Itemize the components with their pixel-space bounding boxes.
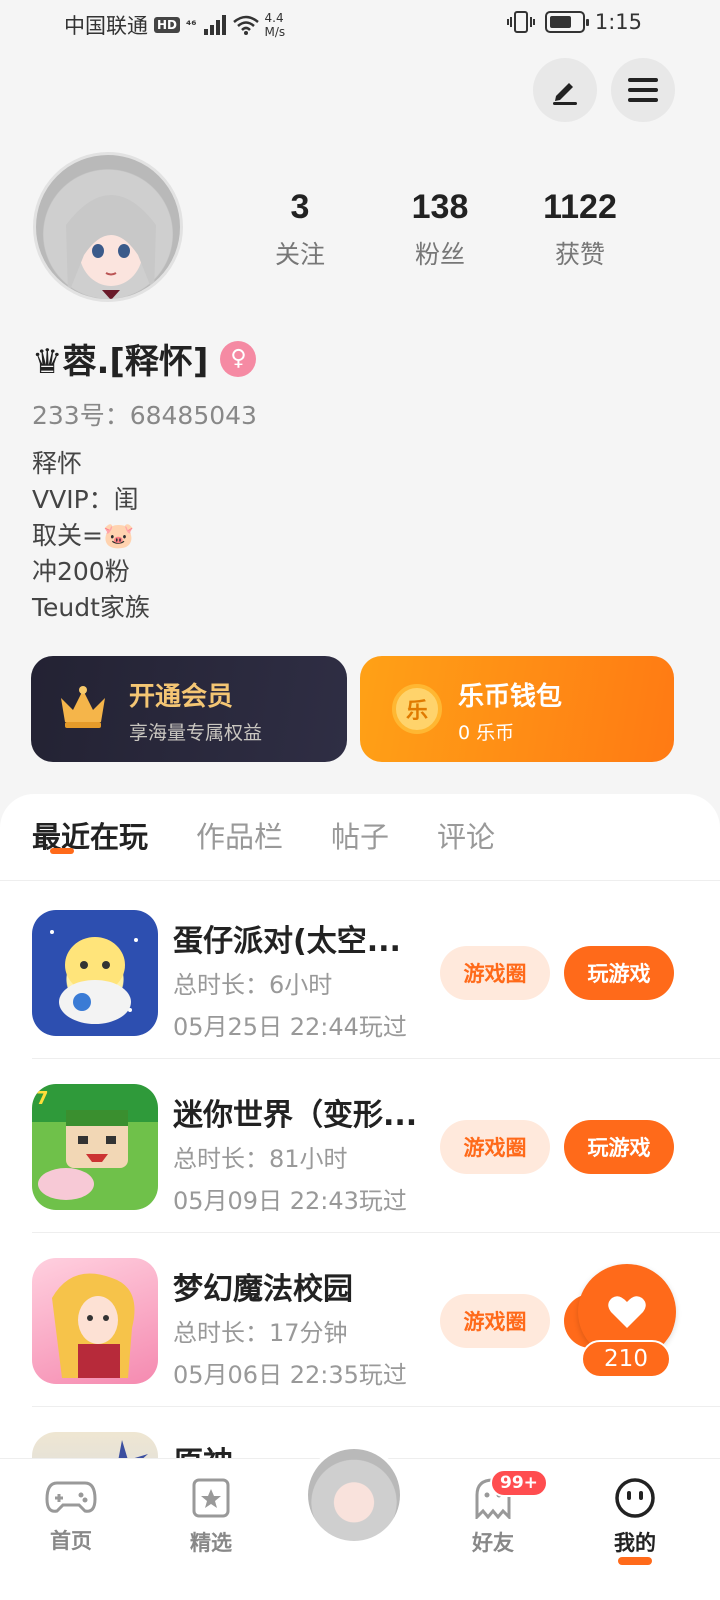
divider — [32, 1232, 720, 1233]
divider — [32, 1406, 720, 1407]
speed-unit: M/s — [264, 25, 286, 39]
vip-subtitle: 享海量专属权益 — [129, 722, 263, 744]
vip-card[interactable]: 开通会员 享海量专属权益 — [31, 656, 347, 762]
game-last-played: 05月06日 22:35玩过 — [173, 1361, 407, 1389]
active-indicator — [618, 1557, 652, 1565]
nickname-row: ♛蓉.[释怀] ♀ — [32, 334, 257, 383]
tab-bar: 最近在玩 作品栏 帖子 评论 — [32, 814, 543, 856]
bottom-nav: 首页 精选 99+ 好友 我的 — [0, 1445, 720, 1600]
stat-label: 关注 — [274, 240, 325, 269]
battery-icon — [544, 11, 589, 33]
female-icon: ♀ — [220, 340, 257, 377]
game-last-played: 05月25日 22:44玩过 — [173, 1013, 407, 1041]
stat-label: 粉丝 — [414, 240, 465, 269]
game-icon: 7 — [32, 1084, 158, 1210]
vip-title: 开通会员 — [129, 682, 234, 712]
list-item[interactable]: 7 迷你世界（变形... 总时长：81小时 05月09日 22:43玩过 游戏圈… — [0, 1084, 720, 1258]
user-id: 233号：68485043 — [32, 401, 257, 430]
mini-world-character-icon: 7 — [36, 1088, 128, 1200]
wallet-title: 乐币钱包 — [458, 682, 563, 712]
avatar-illustration — [66, 195, 156, 299]
gamepad-icon — [45, 1481, 97, 1513]
wallet-balance: 0 乐币 — [458, 722, 515, 744]
game-duration: 总时长：6小时 — [173, 971, 333, 999]
tab-posts[interactable]: 帖子 — [331, 814, 389, 856]
game-name: 蛋仔派对(太空... — [173, 924, 401, 959]
wifi-icon — [232, 15, 259, 35]
pen-icon — [553, 83, 577, 105]
stat-value: 1122 — [543, 188, 617, 226]
edit-profile-button[interactable] — [533, 58, 597, 122]
game-name: 迷你世界（变形... — [173, 1098, 418, 1133]
bio-line: VVIP：闺 — [32, 485, 139, 514]
nav-label: 首页 — [50, 1529, 92, 1553]
face-icon — [615, 1478, 655, 1518]
avatar — [308, 1449, 400, 1541]
vibrate-icon — [506, 11, 535, 33]
signal-icon — [203, 15, 226, 35]
stat-following[interactable]: 3 关注 — [230, 188, 370, 271]
play-game-button[interactable]: 玩游戏 — [564, 1120, 674, 1174]
bio-line: Teudt家族 — [32, 593, 150, 622]
speed-value: 4.4 — [264, 11, 284, 25]
status-bar: 中国联通 HD ⁴⁶ 4.4 M/s 1:15 — [0, 0, 720, 50]
tab-works[interactable]: 作品栏 — [196, 814, 283, 856]
wallet-card[interactable]: 乐 乐币钱包 0 乐币 — [360, 656, 674, 762]
game-duration: 总时长：81小时 — [173, 1145, 348, 1173]
svg-text:7: 7 — [36, 1088, 49, 1109]
carrier-label: 中国联通 — [64, 14, 148, 38]
game-icon — [32, 910, 158, 1036]
play-game-button[interactable]: 玩游戏 — [564, 946, 674, 1000]
hd-icon: HD — [154, 17, 181, 33]
game-duration: 总时长：17分钟 — [173, 1319, 348, 1347]
game-circle-button[interactable]: 游戏圈 — [440, 1294, 550, 1348]
eggy-character-icon — [50, 930, 138, 1024]
bio: 释怀 VVIP：闺 取关=🐷 冲200粉 Teudt家族 — [32, 446, 150, 626]
nav-home[interactable]: 首页 — [26, 1477, 116, 1555]
stat-value: 3 — [290, 188, 310, 226]
game-icon — [32, 1258, 158, 1384]
magic-girl-character-icon — [52, 1273, 135, 1378]
active-tab-indicator — [50, 848, 74, 854]
coin-icon: 乐 — [392, 684, 442, 734]
stat-value: 138 — [411, 188, 469, 226]
stat-followers[interactable]: 138 粉丝 — [370, 188, 510, 271]
nav-mine[interactable]: 我的 — [590, 1477, 680, 1565]
divider — [0, 880, 720, 881]
network-type-icon: ⁴⁶ — [186, 18, 197, 32]
crown-icon — [61, 686, 105, 728]
nav-friends[interactable]: 99+ 好友 — [448, 1469, 548, 1557]
list-item[interactable]: 蛋仔派对(太空... 总时长：6小时 05月25日 22:44玩过 游戏圈 玩游… — [0, 910, 720, 1084]
bio-line: 取关=🐷 — [32, 521, 135, 550]
menu-button[interactable] — [611, 58, 675, 122]
heart-icon — [608, 1296, 646, 1328]
stat-likes[interactable]: 1122 获赞 — [510, 188, 650, 271]
profile-stats: 3 关注 138 粉丝 1122 获赞 — [230, 188, 650, 271]
menu-icon — [628, 78, 658, 102]
game-name: 梦幻魔法校园 — [173, 1272, 353, 1307]
nav-label: 好友 — [472, 1531, 514, 1555]
tab-comments[interactable]: 评论 — [437, 814, 495, 856]
game-circle-button[interactable]: 游戏圈 — [440, 1120, 550, 1174]
nickname: ♛蓉.[释怀] — [32, 342, 209, 382]
notification-badge: 99+ — [490, 1469, 548, 1497]
network-speed: 4.4 M/s — [265, 11, 286, 39]
game-circle-button[interactable]: 游戏圈 — [440, 946, 550, 1000]
nav-label: 精选 — [190, 1531, 232, 1555]
clock: 1:15 — [594, 10, 642, 34]
divider — [32, 1058, 720, 1059]
game-last-played: 05月09日 22:43玩过 — [173, 1187, 407, 1215]
star-card-icon — [192, 1478, 230, 1518]
stat-label: 获赞 — [554, 240, 605, 269]
bio-line: 释怀 — [32, 449, 83, 478]
bio-line: 冲200粉 — [32, 557, 130, 586]
like-count: 210 — [581, 1340, 671, 1378]
nav-center-avatar[interactable] — [304, 1445, 404, 1545]
avatar[interactable] — [33, 152, 183, 302]
nav-featured[interactable]: 精选 — [166, 1477, 256, 1557]
nav-label: 我的 — [614, 1531, 656, 1555]
